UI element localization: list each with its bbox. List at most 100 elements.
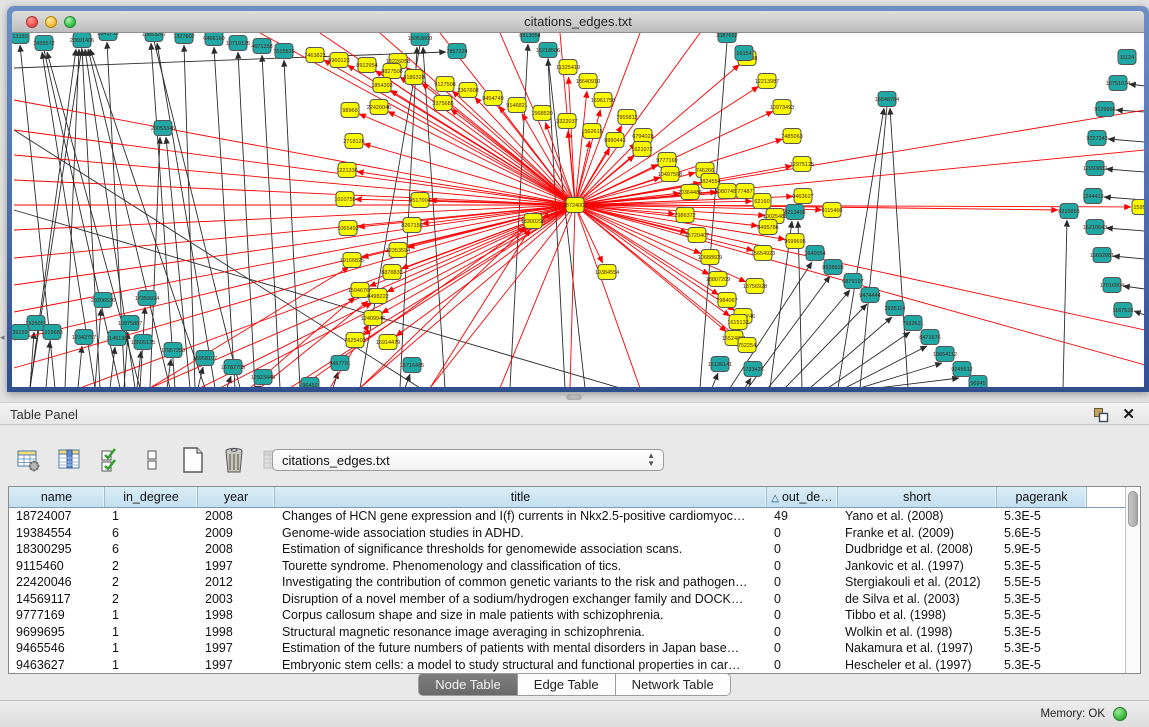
new-table-icon[interactable] (178, 445, 208, 475)
graph-node[interactable]: 2087682 (716, 33, 737, 43)
table-cell[interactable]: 1 (105, 508, 198, 525)
table-cell[interactable]: 19384554 (9, 525, 105, 542)
table-source-select[interactable]: citations_edges.txt ▲▼ (272, 449, 664, 471)
table-cell[interactable]: 5.3E-5 (997, 624, 1087, 641)
table-cell[interactable]: Tibbo et al. (1998) (838, 607, 997, 624)
table-row[interactable]: 969969511998Structural magnetic resonanc… (9, 624, 1125, 641)
graph-node[interactable]: 16053809 (408, 33, 432, 46)
delete-table-icon[interactable] (219, 445, 249, 475)
graph-node[interactable]: 19166825 (340, 253, 364, 268)
graph-node[interactable]: 18640910 (576, 74, 600, 89)
close-panel-icon[interactable]: ✕ (1122, 405, 1135, 423)
table-cell[interactable]: Corpus callosum shape and size in male p… (275, 607, 767, 624)
graph-node[interactable]: 8267150 (401, 218, 422, 233)
graph-node[interactable]: 7515526 (273, 44, 294, 59)
graph-node[interactable]: 16648784 (875, 92, 899, 107)
table-cell[interactable]: 0 (767, 591, 838, 608)
network-window-titlebar[interactable]: citations_edges.txt (12, 11, 1144, 33)
tab-node-table[interactable]: Node Table (418, 673, 518, 696)
graph-node[interactable]: 15218506 (536, 43, 560, 58)
graph-node[interactable]: 9115460 (821, 203, 842, 218)
graph-node[interactable]: 7986372 (674, 208, 695, 223)
table-cell[interactable]: Embryonic stem cells: a model to study s… (275, 657, 767, 674)
table-cell[interactable]: 1998 (198, 607, 275, 624)
panel-splitter-handle[interactable] (566, 394, 582, 400)
column-header-short[interactable]: short (838, 487, 997, 507)
graph-node[interactable]: 10688609 (698, 250, 722, 265)
table-row[interactable]: 1456911722003Disruption of a novel membe… (9, 591, 1125, 608)
table-cell[interactable]: 5.3E-5 (997, 640, 1087, 657)
graph-node[interactable]: 62160 (753, 194, 771, 209)
graph-node[interactable]: 13756928 (743, 279, 767, 294)
graph-node[interactable]: 8495786 (757, 220, 778, 235)
table-row[interactable]: 946554611997Estimation of the future num… (9, 640, 1125, 657)
graph-node[interactable]: 5960123 (328, 53, 349, 68)
table-cell[interactable]: 2009 (198, 525, 275, 542)
table-cell[interactable]: 0 (767, 624, 838, 641)
table-cell[interactable]: 5.6E-5 (997, 525, 1087, 542)
graph-node[interactable]: 8938928 (822, 260, 843, 275)
table-cell[interactable]: 1997 (198, 558, 275, 575)
table-cell[interactable]: Genome-wide association studies in ADHD. (275, 525, 767, 542)
table-row[interactable]: 911546021997Tourette syndrome. Phenomeno… (9, 558, 1125, 575)
table-cell[interactable]: Nakamura et al. (1997) (838, 640, 997, 657)
column-header-indegree[interactable]: in_degree (105, 487, 198, 507)
graph-node[interactable]: 12409946 (361, 311, 385, 326)
graph-node[interactable]: 15751074 (1106, 76, 1130, 91)
graph-node[interactable]: 1621072 (631, 142, 652, 157)
graph-node[interactable]: 2367608 (457, 83, 478, 98)
graph-node[interactable]: 15958 (1132, 200, 1144, 215)
table-cell[interactable]: Disruption of a novel member of a sodium… (275, 591, 767, 608)
graph-node[interactable]: 20691406 (70, 33, 94, 48)
graph-node[interactable]: 1145190 (106, 331, 127, 346)
float-panel-icon[interactable] (1093, 407, 1109, 423)
table-cell[interactable]: 0 (767, 525, 838, 542)
graph-node[interactable]: 9146821 (506, 98, 527, 113)
table-cell[interactable]: Hescheler et al. (1997) (838, 657, 997, 674)
graph-node[interactable]: 20364486 (678, 185, 702, 200)
graph-node[interactable]: 17359924 (135, 291, 159, 306)
table-row[interactable]: 977716911998Corpus callosum shape and si… (9, 607, 1125, 624)
graph-node[interactable]: 7955812 (616, 110, 637, 125)
graph-node[interactable]: 17957253 (161, 343, 185, 358)
graph-node[interactable]: 9245612 (951, 362, 972, 377)
graph-node[interactable]: 16958107 (193, 351, 217, 366)
table-cell[interactable]: Dudbridge et al. (2008) (838, 541, 997, 558)
graph-node[interactable]: 12093882 (1083, 161, 1107, 176)
graph-node[interactable]: 9777169 (656, 153, 677, 168)
graph-node[interactable]: 7857224 (446, 44, 467, 59)
graph-node[interactable]: 18807209 (706, 272, 730, 287)
graph-node[interactable]: 6466160 (203, 33, 224, 46)
table-cell[interactable]: Changes of HCN gene expression and I(f) … (275, 508, 767, 525)
table-row[interactable]: 1830029562008Estimation of significance … (9, 541, 1125, 558)
table-cell[interactable]: 9699695 (9, 624, 105, 641)
graph-node[interactable]: 1065493 (337, 221, 358, 236)
graph-node[interactable]: 8912954 (356, 58, 377, 73)
graph-node[interactable]: 12342757 (72, 330, 96, 345)
table-cell[interactable]: 0 (767, 607, 838, 624)
table-cell[interactable]: 5.5E-5 (997, 574, 1087, 591)
graph-node[interactable]: 16154 (735, 46, 753, 61)
table-cell[interactable]: 9115460 (9, 558, 105, 575)
table-cell[interactable]: 2003 (198, 591, 275, 608)
graph-node[interactable]: 8813054 (519, 33, 540, 43)
toggle-rows-icon[interactable] (137, 445, 167, 475)
graph-node[interactable]: 2435572 (33, 36, 54, 51)
table-cell[interactable]: 5.3E-5 (997, 591, 1087, 608)
table-cell[interactable]: 18300295 (9, 541, 105, 558)
table-cell[interactable]: Wolkin et al. (1998) (838, 624, 997, 641)
tab-network-table[interactable]: Network Table (616, 673, 731, 696)
graph-node[interactable]: 12923448 (251, 370, 275, 385)
table-cell[interactable]: 5.3E-5 (997, 607, 1087, 624)
graph-node[interactable]: 1733426 (742, 362, 763, 377)
graph-node[interactable]: 18300295 (521, 214, 545, 229)
table-cell[interactable]: 5.9E-5 (997, 541, 1087, 558)
table-cell[interactable]: 14569117 (9, 591, 105, 608)
graph-node[interactable]: 10654112 (933, 347, 957, 362)
graph-node[interactable]: 9127508 (434, 77, 455, 92)
table-cell[interactable]: 2 (105, 591, 198, 608)
table-scrollbar-thumb[interactable] (1128, 491, 1138, 527)
table-cell[interactable]: 6 (105, 541, 198, 558)
table-cell[interactable]: 9777169 (9, 607, 105, 624)
graph-node[interactable]: 16961758 (591, 93, 615, 108)
